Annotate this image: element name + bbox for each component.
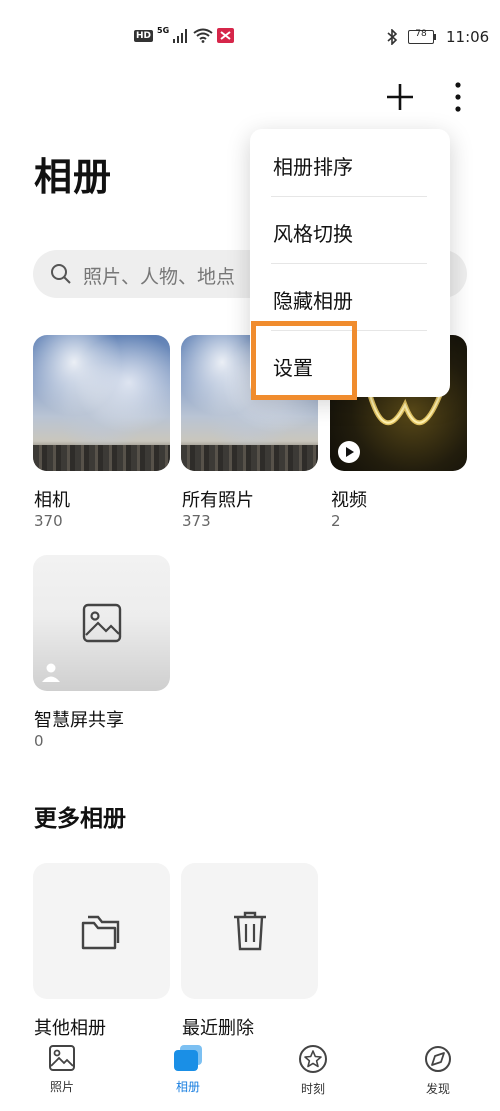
add-album-button[interactable] [383,80,417,114]
folder-icon [81,915,120,950]
other-albums-tile[interactable] [33,863,170,999]
nav-item-albums[interactable]: 相册 [148,1044,228,1095]
album-count-smart-screen-share: 0 [34,732,44,750]
hd-icon: HD [134,29,154,42]
search-icon [51,264,71,284]
moments-star-icon [299,1045,327,1073]
album-name-recently-deleted: 最近删除 [182,1018,254,1039]
status-bar-left-icons: HD 5G [134,26,235,43]
battery-level-text: 78 [415,29,427,39]
album-name-videos: 视频 [331,490,367,511]
album-name-smart-screen-share: 智慧屏共享 [34,710,124,731]
settings-highlight-box [251,321,357,400]
nav-item-photos[interactable]: 照片 [22,1044,102,1095]
album-count-all-photos: 373 [182,512,211,530]
nav-label-photos: 照片 [49,1080,74,1094]
recently-deleted-tile[interactable] [181,863,318,999]
nav-item-moments[interactable]: 时刻 [273,1044,353,1097]
city-skyline [33,445,170,471]
video-play-badge [338,441,360,463]
album-count-videos: 2 [331,512,341,530]
notification-app-icon [217,28,235,43]
plus-icon [387,84,413,110]
album-name-all-photos: 所有照片 [182,490,254,511]
album-name-other-albums: 其他相册 [34,1018,106,1039]
nav-item-discover[interactable]: 发现 [398,1044,478,1097]
signal-icon [173,28,188,43]
more-options-button[interactable] [448,80,468,114]
bluetooth-icon [387,29,398,45]
album-count-camera: 370 [34,512,63,530]
network-5g-label: 5G [157,26,170,35]
status-bar-right-icons: 78 11:06 [386,28,489,46]
more-albums-title: 更多相册 [34,806,126,832]
menu-item-album-sort[interactable]: 相册排序 [273,151,353,180]
bottom-nav: 照片 相册 时刻 发现 [0,1038,500,1111]
nav-label-albums: 相册 [175,1080,200,1094]
play-icon [346,447,354,457]
photos-icon [49,1045,75,1071]
menu-divider [271,196,427,197]
menu-item-hide-albums[interactable]: 隐藏相册 [273,285,353,314]
album-thumb-camera[interactable] [33,335,170,471]
nav-label-moments: 时刻 [300,1082,325,1096]
nav-label-discover: 发现 [425,1082,450,1096]
image-icon [82,603,122,643]
battery-tip [434,34,436,40]
wifi-icon [193,28,213,43]
search-placeholder: 照片、人物、地点 [83,266,236,288]
battery-icon: 78 [408,29,434,44]
shared-user-icon [42,663,60,682]
albums-icon [174,1045,202,1071]
menu-divider [271,263,427,264]
trash-icon [234,911,266,951]
album-name-camera: 相机 [34,490,70,511]
menu-item-style-switch[interactable]: 风格切换 [273,218,353,247]
page-title: 相册 [34,155,113,199]
discover-icon [425,1046,451,1072]
more-vertical-icon [455,82,461,112]
status-time: 11:06 [446,28,490,46]
album-thumb-smart-screen-share[interactable] [33,555,170,691]
city-skyline [181,445,318,471]
